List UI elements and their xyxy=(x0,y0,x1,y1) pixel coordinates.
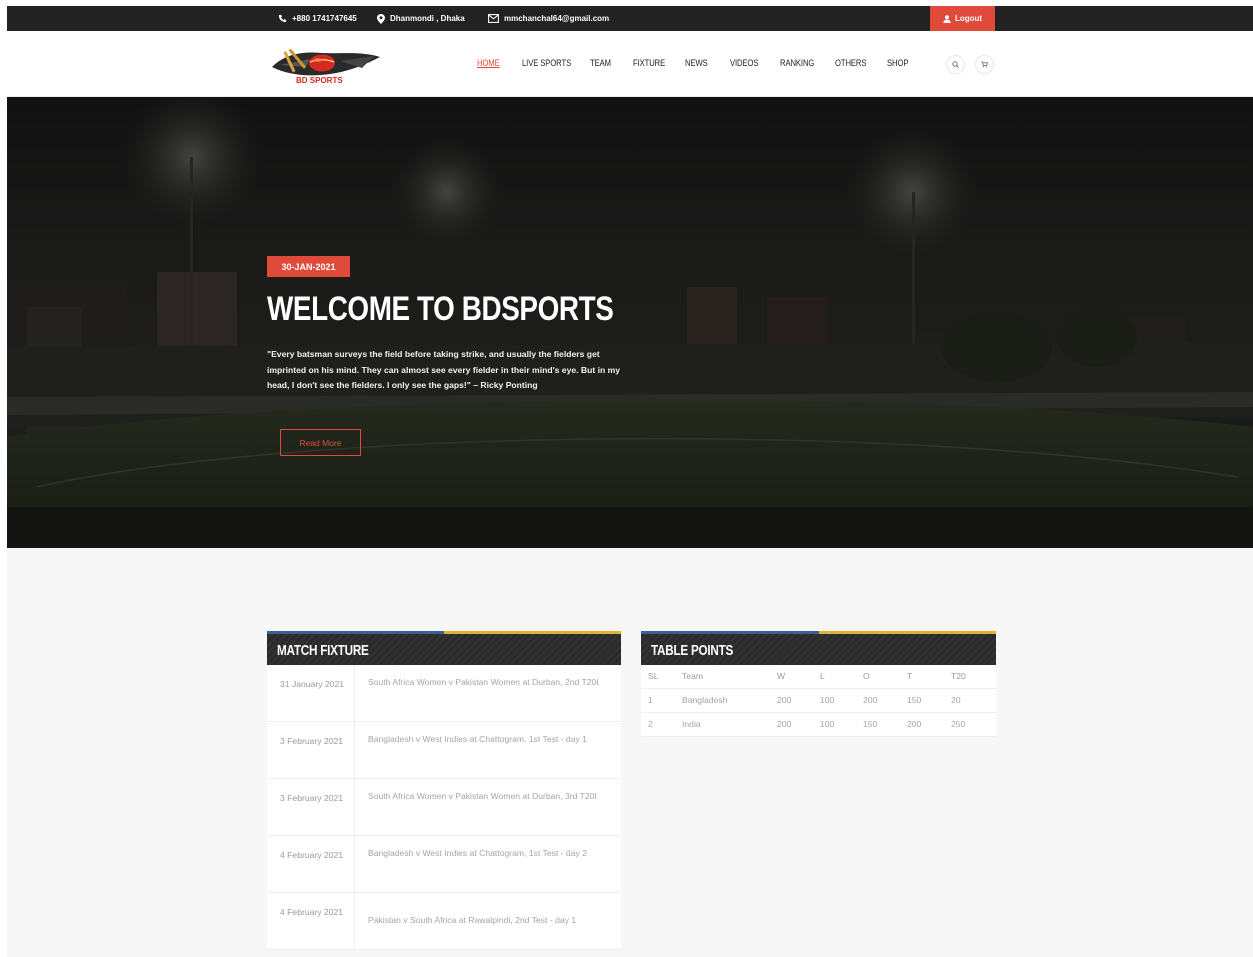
nav-fixture[interactable]: FIXTURE xyxy=(633,58,665,68)
nav-others[interactable]: OTHERS xyxy=(835,58,866,68)
cell-o: 200 xyxy=(863,688,907,713)
fixture-match: Pakistan v South Africa at Rawalpindi, 2… xyxy=(368,915,577,926)
logout-label: Logout xyxy=(954,14,983,23)
fixture-match: Bangladesh v West Indies at Chattogram, … xyxy=(368,734,587,744)
col-w: W xyxy=(777,665,820,689)
nav-home[interactable]: HOME xyxy=(477,58,500,68)
header-stripe xyxy=(641,631,996,634)
user-icon xyxy=(943,14,951,23)
col-t20: T20 xyxy=(951,665,996,689)
fixture-row[interactable]: 4 February 2021 Bangladesh v West Indies… xyxy=(267,836,621,893)
fixture-row[interactable]: 3 February 2021 South Africa Women v Pak… xyxy=(267,779,621,836)
location-contact: Dhanmondi , Dhaka xyxy=(377,6,465,31)
nav-news[interactable]: NEWS xyxy=(685,58,708,68)
fixture-date: 3 February 2021 xyxy=(267,779,355,835)
fixture-date: 4 February 2021 xyxy=(267,893,355,949)
cell-sl: 1 xyxy=(641,688,678,713)
cell-o: 150 xyxy=(863,712,907,737)
logo-text: BD SPORTS xyxy=(296,76,343,85)
read-more-button[interactable]: Read More xyxy=(280,429,361,456)
cart-icon xyxy=(981,61,988,68)
points-row: 2 India 200 100 150 200 250 xyxy=(641,712,996,737)
points-row: 1 Bangladesh 200 100 200 150 20 xyxy=(641,688,996,713)
search-icon xyxy=(952,61,959,68)
fixture-row[interactable]: 4 February 2021 Pakistan v South Africa … xyxy=(267,893,621,950)
phone-contact[interactable]: +880 1741747645 xyxy=(278,6,357,31)
col-t: T xyxy=(907,665,951,689)
phone-number: +880 1741747645 xyxy=(292,14,357,23)
col-l: L xyxy=(820,665,863,689)
email-address: mmchanchal64@gmail.com xyxy=(504,14,610,23)
table-points-header: TABLE POINTS xyxy=(641,631,996,665)
cell-l: 100 xyxy=(820,712,863,737)
match-fixture-header: MATCH FIXTURE xyxy=(267,631,621,665)
hero-date-badge: 30-JAN-2021 xyxy=(267,256,350,277)
top-bar: +880 1741747645 Dhanmondi , Dhaka mmchan… xyxy=(7,6,1253,31)
fixture-row[interactable]: 3 February 2021 Bangladesh v West Indies… xyxy=(267,722,621,779)
match-fixture-list: 31 January 2021 South Africa Women v Pak… xyxy=(267,665,621,950)
cell-t20: 20 xyxy=(951,688,996,713)
hero-quote: "Every batsman surveys the field before … xyxy=(267,349,621,390)
hero-title: WELCOME TO BDSPORTS xyxy=(267,290,614,328)
nav-live-sports[interactable]: LIVE SPORTS xyxy=(522,58,571,68)
nav-videos[interactable]: VIDEOS xyxy=(730,58,758,68)
cell-team: Bangladesh xyxy=(678,688,777,713)
phone-icon xyxy=(278,14,287,23)
points-table: SL Team W L O T T20 1 Bangladesh 200 100… xyxy=(641,665,996,737)
content-section: MATCH FIXTURE 31 January 2021 South Afri… xyxy=(7,548,1253,957)
cell-t: 150 xyxy=(907,688,951,713)
cell-w: 200 xyxy=(777,688,820,713)
cell-l: 100 xyxy=(820,688,863,713)
match-fixture-title: MATCH FIXTURE xyxy=(277,642,369,659)
fixture-date: 31 January 2021 xyxy=(267,665,355,721)
cell-w: 200 xyxy=(777,712,820,737)
site-header: BD SPORTS HOME LIVE SPORTS TEAM FIXTURE … xyxy=(7,31,1253,97)
col-team: Team xyxy=(678,665,777,689)
fixture-row[interactable]: 31 January 2021 South Africa Women v Pak… xyxy=(267,665,621,722)
cell-team: India xyxy=(678,712,777,737)
fixture-date: 3 February 2021 xyxy=(267,722,355,778)
fixture-match: South Africa Women v Pakistan Women at D… xyxy=(368,677,599,687)
hero-banner: 30-JAN-2021 WELCOME TO BDSPORTS "Every b… xyxy=(7,97,1253,548)
fixture-match: South Africa Women v Pakistan Women at D… xyxy=(368,791,597,801)
fixture-match: Bangladesh v West Indies at Chattogram, … xyxy=(368,848,587,858)
nav-team[interactable]: TEAM xyxy=(590,58,611,68)
header-stripe xyxy=(267,631,621,634)
cart-button[interactable] xyxy=(975,55,994,74)
cell-t20: 250 xyxy=(951,712,996,737)
search-button[interactable] xyxy=(946,55,965,74)
stadium-background-image xyxy=(7,97,1253,548)
cell-sl: 2 xyxy=(641,712,678,737)
email-contact[interactable]: mmchanchal64@gmail.com xyxy=(488,6,609,31)
nav-shop[interactable]: SHOP xyxy=(887,58,908,68)
col-sl: SL xyxy=(641,665,678,689)
logout-button[interactable]: Logout xyxy=(930,6,995,31)
nav-ranking[interactable]: RANKING xyxy=(780,58,814,68)
table-points-title: TABLE POINTS xyxy=(651,642,734,659)
location-text: Dhanmondi , Dhaka xyxy=(390,14,465,23)
bd-sports-logo[interactable]: BD SPORTS xyxy=(270,41,382,86)
envelope-icon xyxy=(488,14,499,23)
fixture-date: 4 February 2021 xyxy=(267,836,355,892)
points-header-row: SL Team W L O T T20 xyxy=(641,665,996,689)
col-o: O xyxy=(863,665,907,689)
cell-t: 200 xyxy=(907,712,951,737)
map-marker-icon xyxy=(377,13,385,24)
